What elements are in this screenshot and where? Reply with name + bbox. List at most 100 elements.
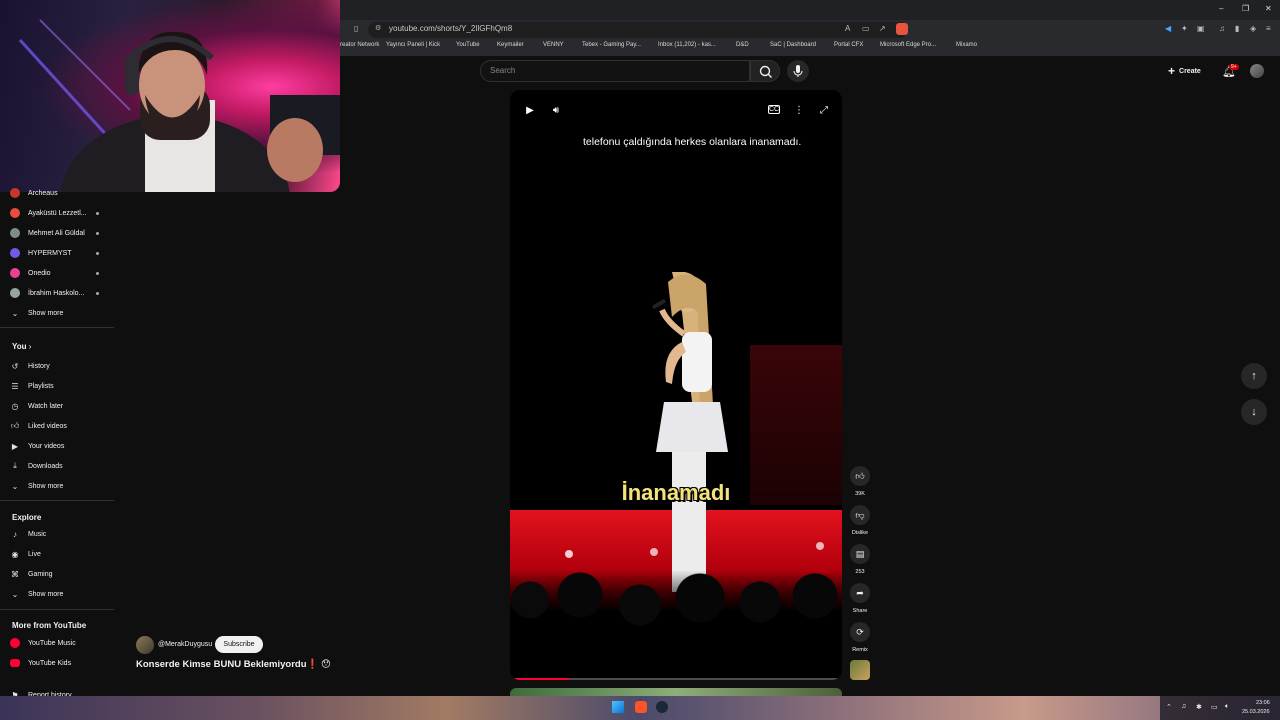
- you-title-label: You: [12, 342, 27, 351]
- bookmark-item[interactable]: Yayıncı Paneli | Kick: [386, 42, 440, 48]
- sidebar-item-music[interactable]: ♪ Music: [10, 525, 114, 543]
- translate-icon[interactable]: A: [845, 24, 850, 33]
- sidebar-item-youtube-music[interactable]: YouTube Music: [10, 634, 114, 652]
- close-window-icon[interactable]: ✕: [1265, 4, 1272, 13]
- voice-search-button[interactable]: [787, 60, 809, 82]
- minimize-icon[interactable]: –: [1219, 4, 1223, 13]
- next-short-preview[interactable]: [510, 688, 842, 696]
- url-text[interactable]: youtube.com/shorts/Y_2IlGFhQm8: [389, 24, 512, 33]
- fullscreen-icon[interactable]: ⤢: [816, 102, 832, 118]
- previous-short-button[interactable]: ↑: [1241, 363, 1267, 389]
- media-icon[interactable]: ♫: [1219, 24, 1225, 33]
- site-info-icon[interactable]: ⚙: [375, 24, 381, 32]
- sidebar-item-label: Downloads: [28, 462, 63, 470]
- wallet-icon[interactable]: ▣: [1197, 24, 1205, 33]
- remix-button[interactable]: ⟳: [850, 622, 870, 642]
- cast-icon[interactable]: ▭: [862, 24, 870, 33]
- share-page-icon[interactable]: ↗: [879, 24, 886, 33]
- bookmark-item[interactable]: SaC | Dashboard: [770, 42, 816, 48]
- account-avatar[interactable]: [1250, 64, 1264, 78]
- bookmark-item[interactable]: reator Network: [340, 42, 379, 48]
- channel-avatar[interactable]: [136, 636, 154, 654]
- tray-chevron-icon[interactable]: ⌃: [1166, 703, 1172, 711]
- channel-name[interactable]: @MerakDuygusu: [158, 641, 212, 648]
- sidebar-item-label: History: [28, 362, 50, 370]
- new-content-dot: [96, 212, 99, 215]
- search-button[interactable]: [750, 60, 780, 82]
- brave-browser-icon[interactable]: [635, 701, 647, 713]
- play-icon[interactable]: ▶: [522, 102, 538, 118]
- channel-avatar: [10, 208, 20, 218]
- share-button[interactable]: ➦: [850, 583, 870, 603]
- headset-icon[interactable]: ♫: [1181, 703, 1186, 710]
- extension-icon[interactable]: ◀: [1165, 24, 1171, 33]
- restore-icon[interactable]: ❐: [1242, 4, 1249, 13]
- progress-bar[interactable]: [514, 678, 838, 680]
- network-icon[interactable]: ▭: [1211, 703, 1218, 711]
- comment-icon: ▤: [855, 548, 865, 559]
- sidebar-item-downloads[interactable]: ⤓ Downloads: [10, 457, 114, 475]
- sidebar-item-watch-later[interactable]: ◷ Watch later: [10, 397, 114, 415]
- brave-shield-icon[interactable]: [896, 23, 908, 35]
- closed-captions-icon[interactable]: CC: [768, 105, 780, 114]
- puzzle-icon[interactable]: ✦: [1181, 24, 1188, 33]
- volume-icon[interactable]: 🔊︎: [548, 102, 564, 118]
- vpn-icon[interactable]: ◈: [1250, 24, 1256, 33]
- bookmark-item[interactable]: YouTube: [456, 42, 480, 48]
- explore-section-title: Explore: [12, 513, 42, 522]
- explore-show-more[interactable]: ⌄ Show more: [10, 585, 114, 603]
- speaker-icon[interactable]: 🔈︎: [1225, 703, 1229, 711]
- new-content-dot: [96, 292, 99, 295]
- sidebar-divider: [0, 500, 114, 501]
- dislike-button[interactable]: 👎︎: [850, 505, 870, 525]
- sidebar-item-gaming[interactable]: ⌘ Gaming: [10, 565, 114, 583]
- bookmark-item[interactable]: Portal CFX: [834, 42, 863, 48]
- sidebar-item-label: Live: [28, 550, 41, 558]
- bookmark-item[interactable]: D&D: [736, 42, 749, 48]
- bookmark-item[interactable]: Microsoft Edge Pro...: [880, 42, 936, 48]
- sidebar-item-live[interactable]: ◉ Live: [10, 545, 114, 563]
- create-button[interactable]: + Create: [1168, 62, 1212, 80]
- sidebar-item-history[interactable]: ↺ History: [10, 357, 114, 375]
- like-button[interactable]: 👍︎: [850, 466, 870, 486]
- sidebar-item-youtube-kids[interactable]: YouTube Kids: [10, 654, 114, 672]
- bookmark-item[interactable]: Inbox (11,202) - kas...: [658, 42, 716, 48]
- sidebar-item-label: Ayaküstü Lezzetl...: [28, 209, 87, 217]
- dislike-label: Dislike: [851, 530, 869, 536]
- video-subtitle-overlay: İnanamadı: [621, 480, 731, 505]
- thumbs-up-icon: 👍︎: [855, 470, 865, 481]
- sidebar-item-playlists[interactable]: ☰ Playlists: [10, 377, 114, 395]
- you-section-title[interactable]: You ›: [12, 342, 31, 351]
- clock-date[interactable]: 25.03.2026: [1242, 709, 1270, 715]
- clock-time[interactable]: 23:06: [1256, 700, 1270, 706]
- music-note-icon: ♪: [13, 529, 17, 539]
- comments-button[interactable]: ▤: [850, 544, 870, 564]
- sidebar-item-label: HYPERMYST: [28, 249, 72, 257]
- new-content-dot: [96, 232, 99, 235]
- sidebar-item-your-videos[interactable]: ▶ Your videos: [10, 437, 114, 455]
- shorts-video-player[interactable]: ▶ 🔊︎ CC ⋮ ⤢ telefonu çaldığında herkes o…: [510, 90, 842, 680]
- more-options-icon[interactable]: ⋮: [791, 102, 807, 118]
- subscribe-button[interactable]: Subscribe: [215, 636, 263, 653]
- bluetooth-icon[interactable]: ✱: [1196, 703, 1202, 711]
- next-short-button[interactable]: ↓: [1241, 399, 1267, 425]
- sidebar-toggle-icon[interactable]: ▮: [1235, 24, 1239, 33]
- bookmark-item[interactable]: Tebex - Gaming Pay...: [582, 42, 641, 48]
- youtube-music-icon: [10, 638, 20, 648]
- sidebar-sub-archeaus[interactable]: Archeaus: [10, 184, 114, 202]
- sidebar-item-label: Playlists: [28, 382, 54, 390]
- windows-start-icon[interactable]: [612, 701, 624, 713]
- you-show-more[interactable]: ⌄ Show more: [10, 477, 114, 495]
- bookmark-item[interactable]: VENNY: [543, 42, 564, 48]
- search-input[interactable]: Search: [490, 66, 515, 75]
- bookmark-item[interactable]: Mixamo: [956, 42, 977, 48]
- sidebar-item-liked-videos[interactable]: 👍︎ Liked videos: [10, 417, 114, 435]
- menu-icon[interactable]: ≡: [1266, 24, 1271, 33]
- bookmark-star-icon[interactable]: ▯: [354, 24, 358, 33]
- subs-show-more[interactable]: ⌄ Show more: [10, 304, 114, 322]
- bookmark-item[interactable]: Keymailer: [497, 42, 524, 48]
- search-box[interactable]: [480, 60, 750, 82]
- steam-icon[interactable]: [656, 701, 668, 713]
- sound-thumbnail[interactable]: [850, 660, 870, 680]
- arrow-down-icon: ↓: [1251, 406, 1257, 418]
